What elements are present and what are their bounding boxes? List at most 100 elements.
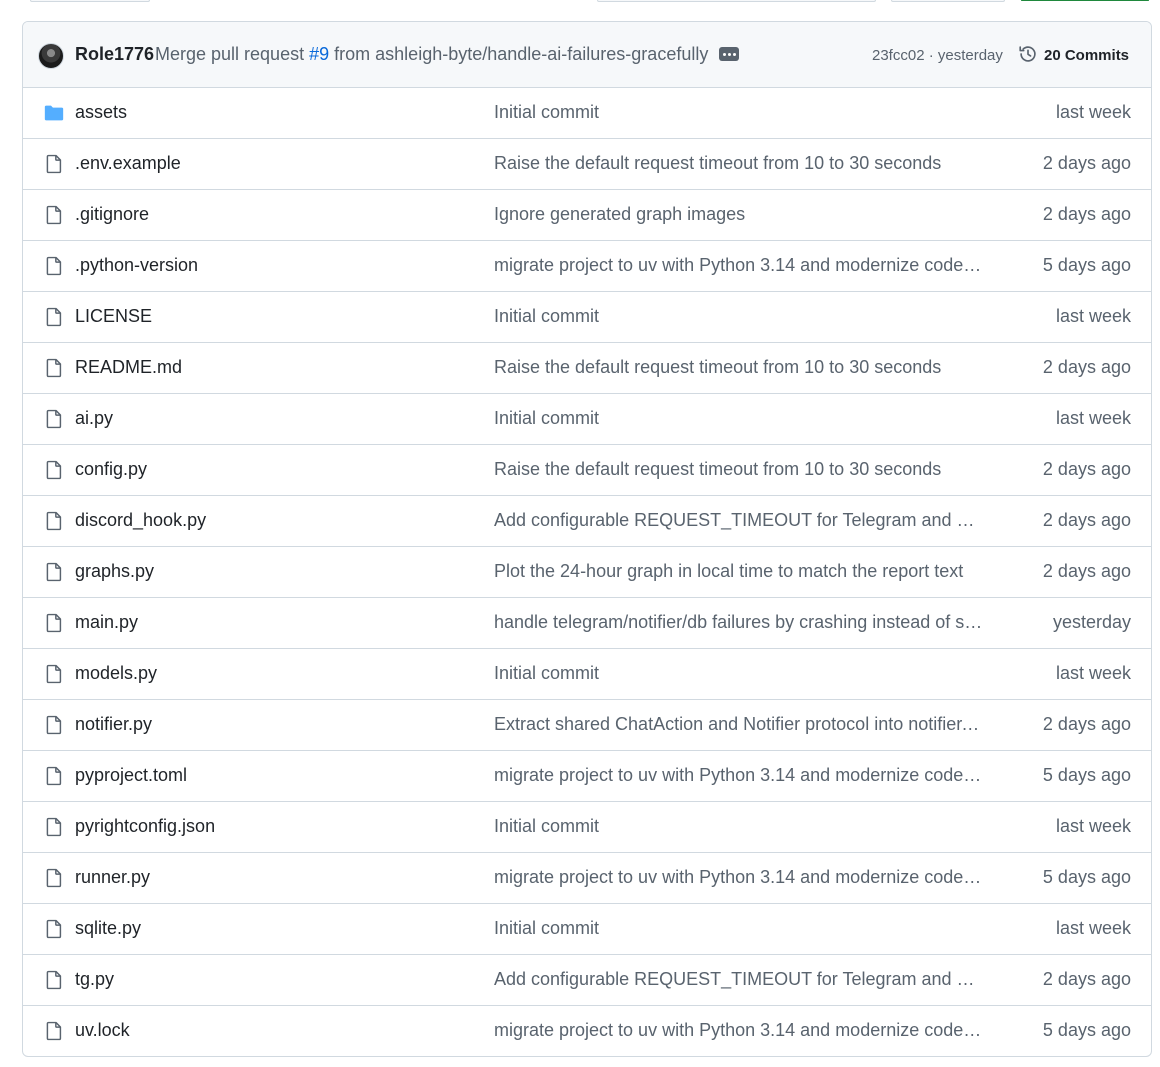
file-name-link[interactable]: ai.py — [75, 408, 113, 429]
file-commit-message-link[interactable]: Raise the default request timeout from 1… — [494, 153, 984, 174]
file-commit-message-link[interactable]: Raise the default request timeout from 1… — [494, 357, 984, 378]
file-icon — [46, 868, 62, 888]
file-commit-date: last week — [1055, 918, 1131, 938]
file-commit-message-link[interactable]: migrate project to uv with Python 3.14 a… — [494, 255, 984, 276]
file-commit-date: last week — [1055, 663, 1131, 683]
file-row-graphs-py[interactable]: graphs.py Plot the 24-hour graph in loca… — [23, 547, 1151, 598]
file-row-notifier-py[interactable]: notifier.py Extract shared ChatAction an… — [23, 700, 1151, 751]
commit-message[interactable]: Merge pull request #9 from ashleigh-byte… — [155, 44, 708, 65]
file-commit-date: 2 days ago — [1042, 357, 1131, 377]
file-commit-message-link[interactable]: Initial commit — [494, 663, 984, 684]
file-commit-date: 2 days ago — [1042, 204, 1131, 224]
file-icon — [46, 970, 62, 990]
file-commit-message-link[interactable]: Initial commit — [494, 306, 984, 327]
folder-icon — [44, 105, 64, 121]
file-row-sqlite-py[interactable]: sqlite.py Initial commit last week — [23, 904, 1151, 955]
file-browser: Role1776 Merge pull request #9 from ashl… — [22, 21, 1152, 1057]
file-icon — [46, 307, 62, 327]
file-commit-date: 5 days ago — [1042, 1020, 1131, 1040]
file-commit-date: last week — [1055, 408, 1131, 428]
file-commit-date: 2 days ago — [1042, 459, 1131, 479]
file-icon — [46, 358, 62, 378]
go-to-file-input[interactable] — [597, 0, 876, 2]
file-row-python-version[interactable]: .python-version migrate project to uv wi… — [23, 241, 1151, 292]
file-commit-date: last week — [1055, 816, 1131, 836]
file-commit-message-link[interactable]: migrate project to uv with Python 3.14 a… — [494, 1020, 984, 1041]
file-icon — [46, 562, 62, 582]
dot-icon — [732, 52, 736, 56]
file-row-ai-py[interactable]: ai.py Initial commit last week — [23, 394, 1151, 445]
file-icon — [46, 817, 62, 837]
file-commit-message-link[interactable]: Initial commit — [494, 102, 984, 123]
file-commit-message-link[interactable]: migrate project to uv with Python 3.14 a… — [494, 765, 984, 786]
avatar[interactable] — [38, 43, 64, 69]
file-name-link[interactable]: tg.py — [75, 969, 114, 990]
file-commit-message-link[interactable]: Ignore generated graph images — [494, 204, 984, 225]
file-name-link[interactable]: main.py — [75, 612, 138, 633]
file-name-link[interactable]: graphs.py — [75, 561, 154, 582]
expand-commit-button[interactable] — [719, 47, 739, 61]
commit-hash-date[interactable]: 23fcc02 · yesterday — [872, 47, 1003, 64]
commit-message-suffix: from ashleigh-byte/handle-ai-failures-gr… — [334, 44, 709, 64]
file-name-link[interactable]: LICENSE — [75, 306, 152, 327]
file-name-link[interactable]: .gitignore — [75, 204, 149, 225]
file-commit-message-link[interactable]: handle telegram/notifier/db failures by … — [494, 612, 984, 633]
file-row-models-py[interactable]: models.py Initial commit last week — [23, 649, 1151, 700]
commit-message-prefix: Merge pull request — [155, 44, 305, 64]
file-commit-message-link[interactable]: Initial commit — [494, 408, 984, 429]
commit-author[interactable]: Role1776 — [75, 44, 154, 65]
file-commit-date: last week — [1055, 102, 1131, 122]
file-row-pyrightconfig-json[interactable]: pyrightconfig.json Initial commit last w… — [23, 802, 1151, 853]
branch-button[interactable] — [30, 0, 150, 2]
file-name-link[interactable]: runner.py — [75, 867, 150, 888]
commits-link[interactable]: 20 Commits — [1044, 47, 1129, 64]
file-commit-date: 2 days ago — [1042, 561, 1131, 581]
file-row-readme-md[interactable]: README.md Raise the default request time… — [23, 343, 1151, 394]
file-icon — [46, 256, 62, 276]
file-row-license[interactable]: LICENSE Initial commit last week — [23, 292, 1151, 343]
dot-icon — [727, 52, 731, 56]
file-name-link[interactable]: sqlite.py — [75, 918, 141, 939]
file-name-link[interactable]: .python-version — [75, 255, 198, 276]
file-commit-message-link[interactable]: Plot the 24-hour graph in local time to … — [494, 561, 984, 582]
file-row-pyproject-toml[interactable]: pyproject.toml migrate project to uv wit… — [23, 751, 1151, 802]
file-commit-message-link[interactable]: Add configurable REQUEST_TIMEOUT for Tel… — [494, 510, 984, 531]
file-name-link[interactable]: notifier.py — [75, 714, 152, 735]
file-name-link[interactable]: uv.lock — [75, 1020, 130, 1041]
file-commit-message-link[interactable]: Raise the default request timeout from 1… — [494, 459, 984, 480]
toolbar-stubs — [0, 0, 1160, 4]
file-commit-message-link[interactable]: Extract shared ChatAction and Notifier p… — [494, 714, 984, 735]
file-row-env-example[interactable]: .env.example Raise the default request t… — [23, 139, 1151, 190]
file-commit-date: 2 days ago — [1042, 969, 1131, 989]
file-icon — [46, 409, 62, 429]
pr-link[interactable]: #9 — [309, 44, 329, 64]
file-row-main-py[interactable]: main.py handle telegram/notifier/db fail… — [23, 598, 1151, 649]
file-row-discord-hook-py[interactable]: discord_hook.py Add configurable REQUEST… — [23, 496, 1151, 547]
file-name-link[interactable]: .env.example — [75, 153, 181, 174]
file-list: assets Initial commit last week .env.exa… — [23, 88, 1151, 1056]
file-commit-date: 2 days ago — [1042, 510, 1131, 530]
file-icon — [46, 511, 62, 531]
file-commit-message-link[interactable]: migrate project to uv with Python 3.14 a… — [494, 867, 984, 888]
file-name-link[interactable]: pyproject.toml — [75, 765, 187, 786]
file-name-link[interactable]: pyrightconfig.json — [75, 816, 215, 837]
file-row-config-py[interactable]: config.py Raise the default request time… — [23, 445, 1151, 496]
file-commit-message-link[interactable]: Initial commit — [494, 816, 984, 837]
file-name-link[interactable]: README.md — [75, 357, 182, 378]
file-commit-message-link[interactable]: Add configurable REQUEST_TIMEOUT for Tel… — [494, 969, 984, 990]
file-row-tg-py[interactable]: tg.py Add configurable REQUEST_TIMEOUT f… — [23, 955, 1151, 1006]
file-name-link[interactable]: models.py — [75, 663, 157, 684]
code-button[interactable] — [1021, 0, 1149, 1]
file-row-uv-lock[interactable]: uv.lock migrate project to uv with Pytho… — [23, 1006, 1151, 1056]
file-commit-date: 5 days ago — [1042, 867, 1131, 887]
add-file-button[interactable] — [891, 0, 1005, 2]
file-row-assets[interactable]: assets Initial commit last week — [23, 88, 1151, 139]
file-name-link[interactable]: assets — [75, 102, 127, 123]
file-row-gitignore[interactable]: .gitignore Ignore generated graph images… — [23, 190, 1151, 241]
file-name-link[interactable]: config.py — [75, 459, 147, 480]
file-row-runner-py[interactable]: runner.py migrate project to uv with Pyt… — [23, 853, 1151, 904]
history-icon[interactable] — [1017, 43, 1039, 65]
file-name-link[interactable]: discord_hook.py — [75, 510, 206, 531]
file-commit-message-link[interactable]: Initial commit — [494, 918, 984, 939]
file-commit-date: yesterday — [1052, 612, 1131, 632]
